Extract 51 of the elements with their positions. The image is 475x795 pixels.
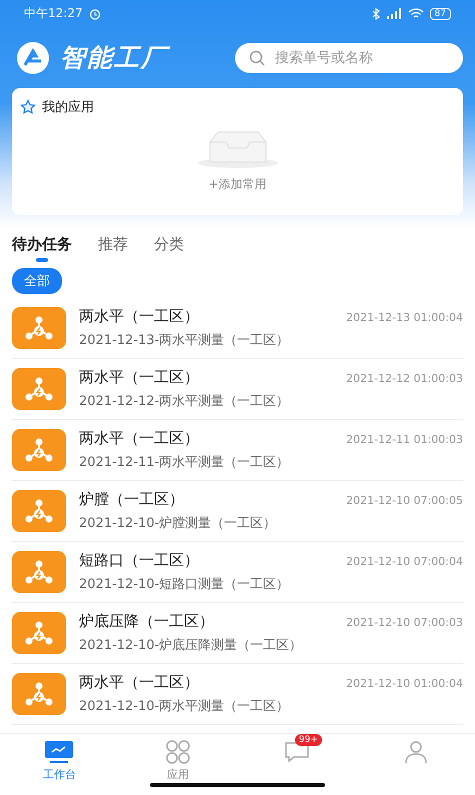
task-icon[interactable]: [12, 612, 66, 654]
task-title[interactable]: 两水平（一工区）: [79, 429, 199, 448]
empty-tray-icon: [198, 130, 278, 168]
tab[interactable]: 推荐: [98, 231, 128, 262]
person-icon: [402, 740, 429, 764]
unread-badge: 99+: [294, 734, 322, 746]
task-description: 2021-12-11-两水平测量（一工区）: [79, 454, 290, 471]
task-title[interactable]: 两水平（一工区）: [79, 673, 199, 692]
monitor-icon: [44, 740, 74, 764]
alarm-icon: [88, 8, 101, 20]
task-time: 2021-12-10 07:00:05: [346, 494, 463, 507]
task-title[interactable]: 两水平（一工区）: [79, 307, 199, 326]
task-time: 2021-12-12 01:00:03: [346, 372, 463, 385]
tab[interactable]: 待办任务: [12, 231, 72, 262]
task-icon[interactable]: [12, 490, 66, 532]
signal-icon: [386, 8, 402, 20]
task-title[interactable]: 短路口（一工区）: [79, 551, 199, 570]
task-time: 2021-12-13 01:00:04: [346, 311, 463, 324]
task-description: 2021-12-12-两水平测量（一工区）: [79, 393, 290, 410]
task-time: 2021-12-10 01:00:04: [346, 677, 463, 690]
task-icon[interactable]: [12, 551, 66, 593]
task-description: 2021-12-10-两水平测量（一工区）: [79, 698, 290, 715]
add-favorite-link[interactable]: +添加常用: [208, 176, 267, 193]
task-icon[interactable]: [12, 673, 66, 715]
nav-tab[interactable]: 工作台: [0, 734, 119, 794]
nav-tab[interactable]: 应用: [118, 734, 238, 794]
logo-icon: [16, 40, 50, 74]
task-icon[interactable]: [12, 307, 66, 349]
task-time: 2021-12-11 01:00:03: [346, 433, 463, 446]
task-title[interactable]: 两水平（一工区）: [79, 368, 199, 387]
section-title: 我的应用: [42, 99, 94, 116]
app-title: 智能工厂: [60, 41, 168, 74]
task-description: 2021-12-10-短路口测量（一工区）: [79, 576, 290, 593]
task-time: 2021-12-10 07:00:03: [346, 616, 463, 629]
search-field[interactable]: 搜索单号或名称: [235, 42, 463, 72]
battery-level: 87: [430, 8, 451, 20]
tab[interactable]: 分类: [154, 231, 184, 262]
task-description: 2021-12-10-炉膛测量（一工区）: [79, 515, 278, 532]
task-time: 2021-12-10 07:00:04: [346, 555, 463, 568]
task-icon[interactable]: [12, 368, 66, 410]
bluetooth-icon: [372, 8, 380, 20]
star-icon: [20, 99, 36, 115]
wifi-icon: [408, 8, 424, 20]
status-time: 中午12:27: [24, 5, 83, 22]
task-icon[interactable]: [12, 429, 66, 471]
task-description: 2021-12-13-两水平测量（一工区）: [79, 332, 290, 349]
task-title[interactable]: 炉膛（一工区）: [79, 490, 184, 509]
task-title[interactable]: 炉底压降（一工区）: [79, 612, 214, 631]
task-description: 2021-12-10-炉底压降测量（一工区）: [79, 637, 304, 654]
filter-chip[interactable]: 全部: [12, 268, 62, 294]
grid-icon: [165, 740, 192, 764]
